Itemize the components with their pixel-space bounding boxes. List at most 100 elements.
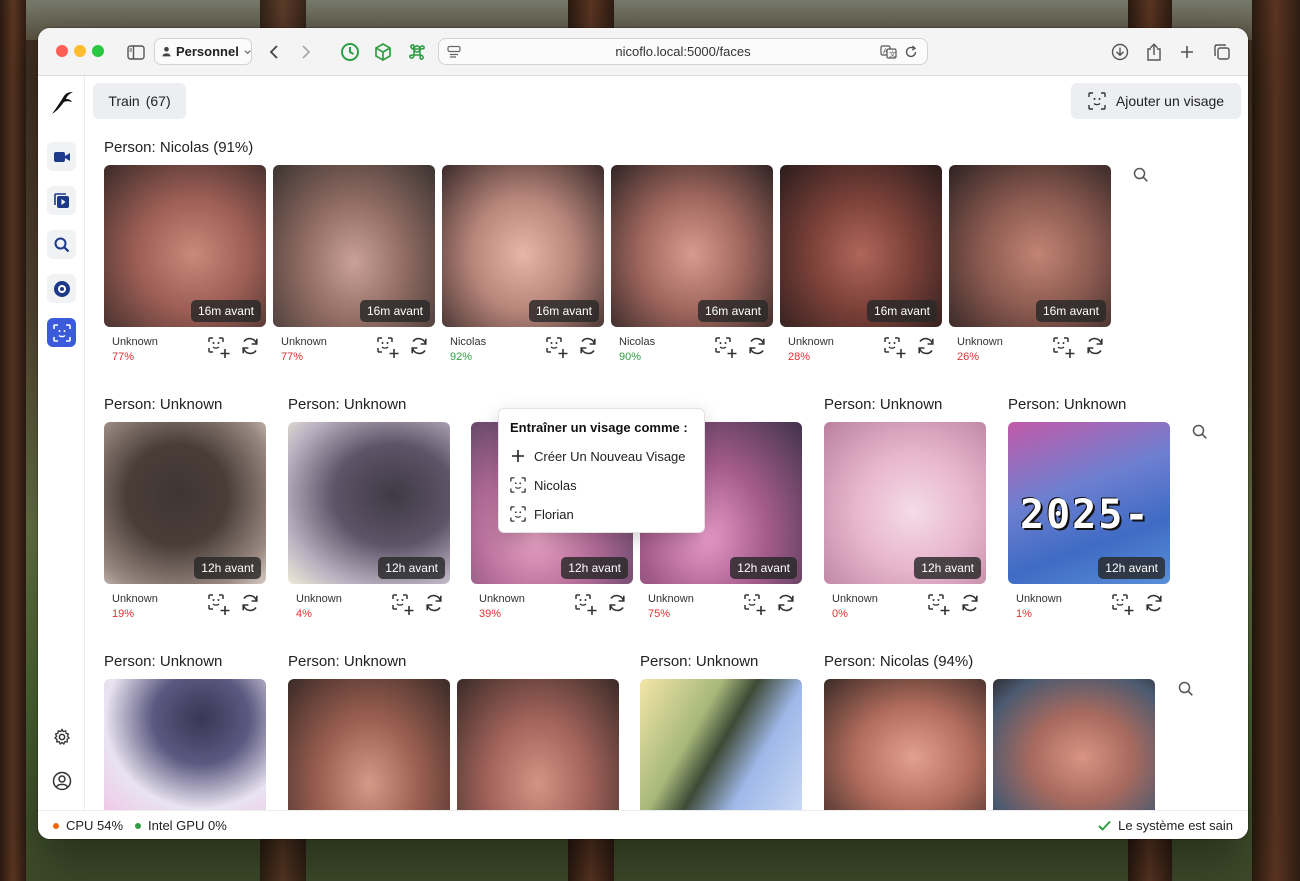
face-thumbnail[interactable] xyxy=(288,679,450,810)
reprocess-icon[interactable] xyxy=(424,593,444,613)
train-face-icon[interactable] xyxy=(574,593,598,617)
face-score: 1% xyxy=(1016,608,1032,620)
face-thumbnail[interactable] xyxy=(993,679,1155,810)
train-face-icon[interactable] xyxy=(883,336,907,360)
group-title: Person: Unknown xyxy=(288,653,407,670)
face-scan-icon xyxy=(510,477,526,493)
train-face-icon[interactable] xyxy=(1052,336,1076,360)
minimize-window-button[interactable] xyxy=(74,45,86,57)
train-button[interactable]: Train (67) xyxy=(93,83,186,119)
reprocess-icon[interactable] xyxy=(409,336,429,356)
face-thumbnail[interactable]: 12h avant xyxy=(104,422,266,584)
close-window-button[interactable] xyxy=(56,45,68,57)
reprocess-icon[interactable] xyxy=(960,593,980,613)
face-thumbnail[interactable]: 16m avant xyxy=(949,165,1111,327)
back-icon[interactable] xyxy=(262,40,286,64)
search-icon[interactable] xyxy=(1178,681,1194,697)
face-thumbnail[interactable] xyxy=(104,679,266,810)
face-thumbnail[interactable]: 2025- 12h avant xyxy=(1008,422,1170,584)
face-thumbnail[interactable]: 12h avant xyxy=(824,422,986,584)
train-face-icon[interactable] xyxy=(391,593,415,617)
page-settings-icon[interactable] xyxy=(447,45,461,59)
face-name: Nicolas xyxy=(619,336,656,348)
sidebar-item-faces[interactable] xyxy=(47,318,76,347)
search-icon[interactable] xyxy=(1133,167,1149,183)
downloads-icon[interactable] xyxy=(1108,40,1132,64)
menu-item-florian[interactable]: Florian xyxy=(510,503,574,525)
face-score: 0% xyxy=(832,608,848,620)
face-name: Unknown xyxy=(957,336,1003,348)
train-face-icon[interactable] xyxy=(743,593,767,617)
sidebar-toggle-icon[interactable] xyxy=(124,40,148,64)
address-bar[interactable]: nicoflo.local:5000/faces A文 xyxy=(438,38,928,65)
face-thumbnail[interactable] xyxy=(457,679,619,810)
train-face-icon[interactable] xyxy=(207,336,231,360)
reprocess-icon[interactable] xyxy=(578,336,598,356)
face-meta: Unknown 77% xyxy=(104,334,266,364)
person-icon xyxy=(162,46,171,57)
sidebar-item-live[interactable] xyxy=(47,142,76,171)
sidebar-item-review[interactable] xyxy=(47,186,76,215)
extension-refresh-icon[interactable] xyxy=(338,40,362,64)
face-name: Unknown xyxy=(479,593,525,605)
settings-button[interactable] xyxy=(47,722,76,751)
train-face-icon[interactable] xyxy=(207,593,231,617)
translate-icon[interactable]: A文 xyxy=(880,45,897,59)
face-thumbnail[interactable]: 16m avant xyxy=(611,165,773,327)
plus-icon xyxy=(512,450,524,462)
face-meta: Unknown 75% xyxy=(640,591,802,621)
sidebar-item-export[interactable] xyxy=(47,274,76,303)
reprocess-icon[interactable] xyxy=(240,593,260,613)
group-title: Person: Unknown xyxy=(1008,396,1127,413)
reprocess-icon[interactable] xyxy=(607,593,627,613)
face-thumbnail[interactable]: 16m avant xyxy=(273,165,435,327)
reprocess-icon[interactable] xyxy=(776,593,796,613)
menu-item-nicolas[interactable]: Nicolas xyxy=(510,474,577,496)
face-thumbnail[interactable] xyxy=(640,679,802,810)
reprocess-icon[interactable] xyxy=(1144,593,1164,613)
reprocess-icon[interactable] xyxy=(747,336,767,356)
train-face-icon[interactable] xyxy=(1111,593,1135,617)
face-score: 90% xyxy=(619,351,642,363)
share-icon[interactable] xyxy=(1142,40,1166,64)
face-thumbnail[interactable]: 16m avant xyxy=(442,165,604,327)
reprocess-icon[interactable] xyxy=(240,336,260,356)
face-name: Unknown xyxy=(296,593,342,605)
health-text: Le système est sain xyxy=(1118,818,1233,833)
system-health[interactable]: Le système est sain xyxy=(1098,818,1233,833)
tab-overview-icon[interactable] xyxy=(1210,40,1234,64)
menu-item-create-face[interactable]: Créer Un Nouveau Visage xyxy=(510,445,686,467)
profile-selector[interactable]: Personnel xyxy=(154,38,252,65)
train-face-icon[interactable] xyxy=(545,336,569,360)
playback-icon xyxy=(53,192,69,208)
add-face-button[interactable]: Ajouter un visage xyxy=(1071,83,1241,119)
face-thumbnail[interactable] xyxy=(824,679,986,810)
zoom-window-button[interactable] xyxy=(92,45,104,57)
face-name: Nicolas xyxy=(450,336,487,348)
menu-item-label: Nicolas xyxy=(534,477,577,493)
reload-icon[interactable] xyxy=(904,45,918,59)
train-face-menu: Entraîner un visage comme : Créer Un Nou… xyxy=(498,408,705,533)
reprocess-icon[interactable] xyxy=(1085,336,1105,356)
train-face-icon[interactable] xyxy=(376,336,400,360)
account-button[interactable] xyxy=(47,766,76,795)
face-thumbnail[interactable]: 12h avant xyxy=(288,422,450,584)
face-age-badge: 12h avant xyxy=(1098,557,1165,579)
face-age-badge: 12h avant xyxy=(194,557,261,579)
train-face-icon[interactable] xyxy=(927,593,951,617)
new-tab-icon[interactable] xyxy=(1175,40,1199,64)
extension-command-icon[interactable] xyxy=(405,40,429,64)
group-title: Person: Nicolas (91%) xyxy=(104,139,254,156)
sidebar-item-explore[interactable] xyxy=(47,230,76,259)
forward-icon[interactable] xyxy=(294,40,318,64)
extension-cube-icon[interactable] xyxy=(371,40,395,64)
train-face-icon[interactable] xyxy=(714,336,738,360)
face-score: 39% xyxy=(479,608,502,620)
face-thumbnail[interactable]: 16m avant xyxy=(780,165,942,327)
search-icon[interactable] xyxy=(1192,424,1208,440)
face-score: 77% xyxy=(112,351,135,363)
reprocess-icon[interactable] xyxy=(916,336,936,356)
face-thumbnail[interactable]: 16m avant xyxy=(104,165,266,327)
face-meta: Unknown 28% xyxy=(780,334,942,364)
face-age-badge: 16m avant xyxy=(190,300,261,322)
